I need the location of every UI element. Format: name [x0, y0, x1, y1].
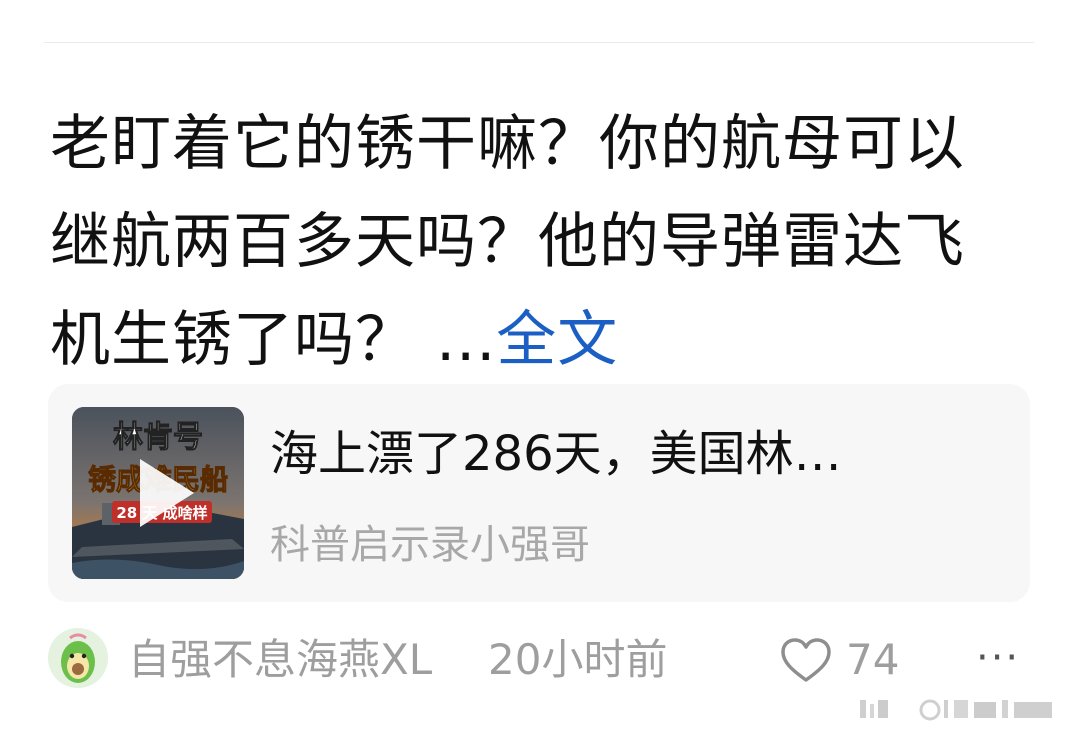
thumb-overlay-line1: 林肯号: [113, 420, 203, 455]
play-icon[interactable]: [140, 459, 194, 527]
post-time: 20小时前: [488, 635, 668, 684]
post-footer: 自强不息海燕XL 20小时前 74 ···: [48, 626, 1038, 692]
more-dots-icon[interactable]: ···: [976, 638, 1032, 680]
video-author[interactable]: 科普启示录小强哥: [270, 520, 590, 570]
video-card[interactable]: 林肯号 锈成难民船 28 天 成啥样 海上漂了286天，美国林… 科普启示录小强…: [48, 384, 1030, 602]
watermark-icon: [860, 699, 1052, 721]
username[interactable]: 自强不息海燕XL: [128, 634, 432, 686]
post-body[interactable]: 老盯着它的锈干嘛？你的航母可以继航两百多天吗？他的导弹雷达飞机生锈了吗？ ...…: [50, 95, 1010, 389]
heart-outline-icon[interactable]: [778, 634, 834, 686]
avocado-avatar-icon: [48, 628, 108, 688]
video-thumbnail[interactable]: 林肯号 锈成难民船 28 天 成啥样: [72, 407, 244, 579]
like-count: 74: [846, 635, 900, 684]
avatar[interactable]: [48, 628, 108, 688]
expand-full-text-link[interactable]: 全文: [496, 305, 618, 375]
video-title[interactable]: 海上漂了286天，美国林…: [270, 424, 1010, 484]
top-divider: [44, 42, 1034, 43]
